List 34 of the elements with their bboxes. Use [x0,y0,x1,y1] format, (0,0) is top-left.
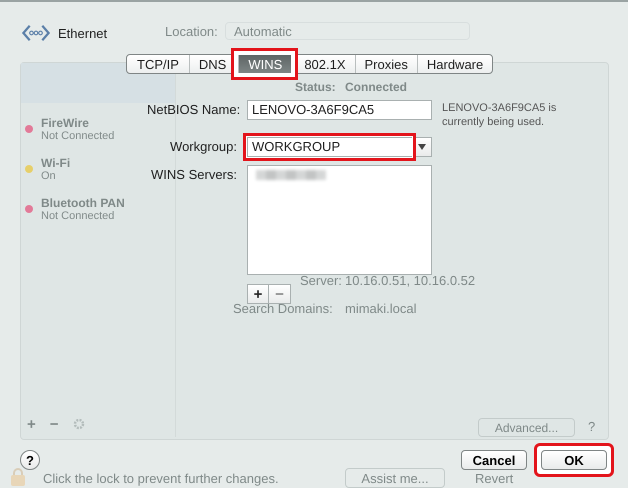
service-status: On [41,170,57,182]
dns-server-value: 10.16.0.51, 10.16.0.52 [345,273,476,288]
tab[interactable]: TCP/IP [127,55,189,73]
help-button[interactable]: ? [20,450,40,470]
lock-message: Click the lock to prevent further changes. [43,471,279,486]
blurred-entry [256,170,326,180]
tab[interactable]: 802.1X [294,55,355,73]
status-value: Connected [345,80,408,94]
status-label: Status: [295,80,336,94]
window-title: Ethernet [58,26,108,40]
location-popup: Automatic [225,22,470,40]
dns-server-label: Server: [300,273,342,288]
ethernet-icon [22,24,50,42]
dialog-button[interactable]: OK [541,450,607,470]
field-label: WINS Servers: [150,166,237,184]
name-in-use-note: LENOVO-3A6F9CA5 is currently being used. [442,101,558,129]
field-label: Workgroup: [169,138,237,156]
search-domains-label: Search Domains: [233,301,333,316]
service-status: Not Connected [41,210,116,222]
wins-servers-list[interactable] [247,165,432,275]
service-name: FireWire [41,116,90,130]
location-label: Location: [165,24,218,39]
tab[interactable]: Proxies [354,55,417,73]
lock-icon[interactable] [10,468,26,486]
service-name: Wi-Fi [41,156,70,170]
tab[interactable]: Hardware [416,55,492,73]
dialog-button[interactable]: Cancel [461,450,527,470]
list-edit-button[interactable]: + [247,284,269,304]
caret-icon [418,144,426,150]
search-domains-value: mimaki.local [345,301,417,316]
netbios-name-field[interactable]: LENOVO-3A6F9CA5 [247,100,432,120]
service-status: Not Connected [41,130,114,142]
service-name: Bluetooth PAN [41,196,125,210]
field-label: NetBIOS Name: [147,101,237,119]
